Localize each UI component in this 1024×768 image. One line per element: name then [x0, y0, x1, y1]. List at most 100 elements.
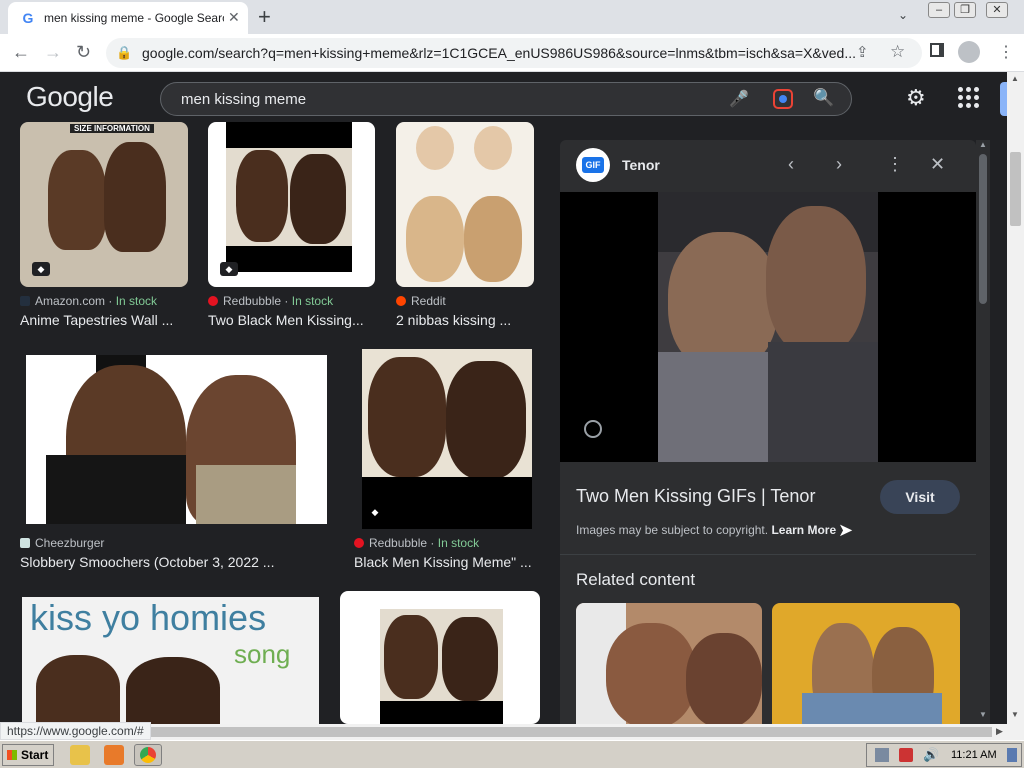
image-figure [406, 196, 464, 282]
panel-scrollbar-thumb[interactable] [979, 154, 987, 304]
result-image[interactable]: kiss yo homies song [22, 597, 319, 724]
apps-grid-icon[interactable] [958, 87, 980, 109]
result-title[interactable]: 2 nibbas kissing ... [396, 312, 511, 328]
show-desktop-icon[interactable] [1007, 748, 1017, 762]
image-figure [368, 357, 446, 477]
image-figure [196, 465, 296, 524]
learn-more-link[interactable]: Learn More [771, 523, 836, 537]
chrome-menu-icon[interactable]: ⋮ [998, 42, 1014, 62]
more-options-icon[interactable]: ⋮ [886, 154, 904, 175]
image-overlay-text: kiss yo homies [30, 597, 267, 638]
shopping-tag-icon: ◆ [220, 262, 238, 276]
search-icon[interactable]: 🔍 [813, 88, 834, 108]
address-bar[interactable]: 🔒 google.com/search?q=men+kissing+meme&r… [106, 38, 922, 68]
result-title[interactable]: Black Men Kissing Meme" ... [354, 554, 532, 570]
scroll-down-icon[interactable]: ▼ [1011, 710, 1019, 719]
image-bar [362, 477, 532, 529]
image-figure [48, 150, 106, 250]
result-source[interactable]: Redbubble · In stock [208, 294, 333, 308]
previous-image-icon[interactable]: ‹ [788, 154, 794, 175]
source-site-name[interactable]: Tenor [622, 157, 660, 173]
result-image[interactable] [396, 122, 534, 287]
horizontal-scrollbar-thumb[interactable] [16, 727, 992, 737]
result-image[interactable] [26, 355, 327, 524]
shopping-tag-icon: ◆ [32, 262, 50, 276]
result-source[interactable]: Redbubble · In stock [354, 536, 479, 550]
result-title[interactable]: Anime Tapestries Wall ... [20, 312, 173, 328]
google-header: Google men kissing meme 🎤 🔍 ⚙ [0, 72, 1024, 126]
page-scrollbar-thumb[interactable] [1010, 152, 1021, 226]
scroll-down-icon[interactable]: ▼ [979, 710, 987, 719]
lens-search-icon[interactable] [584, 420, 602, 438]
close-panel-icon[interactable]: ✕ [930, 154, 945, 175]
result-title[interactable]: Two Black Men Kissing... [208, 312, 364, 328]
image-overlay-text: SIZE INFORMATION [70, 124, 154, 133]
search-box[interactable]: men kissing meme 🎤 🔍 [160, 82, 852, 116]
result-source[interactable]: Reddit [396, 294, 446, 308]
scroll-up-icon[interactable]: ▲ [979, 140, 987, 149]
image-bar [226, 122, 352, 148]
mouse-cursor-icon: ➤ [838, 520, 854, 540]
url-text[interactable]: google.com/search?q=men+kissing+meme&rlz… [142, 45, 862, 61]
restore-icon[interactable]: ❐ [954, 2, 976, 18]
image-figure [464, 196, 522, 282]
preview-image[interactable] [658, 192, 878, 462]
next-image-icon[interactable]: › [836, 154, 842, 175]
settings-gear-icon[interactable]: ⚙ [906, 85, 926, 111]
tenor-gif-icon[interactable] [576, 148, 610, 182]
side-panel-icon[interactable] [930, 43, 944, 57]
shopping-tag-icon: ◆ [371, 507, 379, 517]
browser-tab[interactable]: G men kissing meme - Google Search ✕ [8, 2, 248, 34]
image-figure [36, 655, 120, 724]
back-icon[interactable]: ← [12, 42, 30, 62]
preview-title[interactable]: Two Men Kissing GIFs | Tenor [576, 486, 815, 507]
image-figure [768, 342, 878, 462]
share-icon[interactable]: ⇪ [856, 43, 869, 61]
image-figure [446, 361, 526, 479]
google-logo[interactable]: Google [26, 81, 114, 113]
amazon-favicon-icon [20, 296, 30, 306]
related-image[interactable] [772, 603, 960, 728]
result-title[interactable]: Slobbery Smoochers (October 3, 2022 ... [20, 554, 274, 570]
forward-icon[interactable]: → [44, 42, 62, 62]
scroll-right-icon[interactable]: ▶ [996, 726, 1003, 737]
result-source[interactable]: Cheezburger [20, 536, 104, 550]
result-source[interactable]: Amazon.com · In stock [20, 294, 157, 308]
google-lens-icon[interactable] [773, 89, 793, 109]
media-player-icon[interactable] [104, 745, 124, 765]
reload-icon[interactable]: ↻ [76, 42, 91, 62]
profile-avatar-icon[interactable] [958, 41, 980, 63]
minimize-icon[interactable]: – [928, 2, 950, 18]
horizontal-scrollbar[interactable]: ◀ ▶ [0, 724, 1024, 740]
microphone-icon[interactable]: 🎤 [729, 89, 749, 109]
security-alert-icon[interactable] [899, 748, 913, 762]
preview-image-frame [560, 192, 976, 462]
clock[interactable]: 11:21 AM [951, 749, 997, 761]
chrome-taskbar-button[interactable] [134, 744, 162, 766]
bookmark-star-icon[interactable]: ☆ [890, 42, 905, 62]
search-input[interactable]: men kissing meme [181, 91, 306, 108]
network-icon[interactable] [875, 748, 889, 762]
new-tab-icon[interactable]: + [258, 4, 271, 30]
scroll-up-icon[interactable]: ▲ [1011, 74, 1019, 83]
related-image[interactable] [576, 603, 762, 728]
volume-icon[interactable]: 🔊 [923, 747, 939, 763]
start-button[interactable]: Start [2, 744, 54, 766]
result-image[interactable]: ◆ [362, 349, 532, 529]
image-figure [416, 126, 454, 170]
image-panel [226, 122, 352, 272]
divider [560, 554, 976, 555]
result-image[interactable] [340, 591, 540, 724]
lock-icon[interactable]: 🔒 [116, 45, 132, 61]
result-image[interactable]: ◆ [208, 122, 375, 287]
close-window-icon[interactable]: ✕ [986, 2, 1008, 18]
close-tab-icon[interactable]: ✕ [228, 9, 240, 26]
image-figure [384, 615, 438, 699]
panel-scrollbar[interactable]: ▲ ▼ [976, 140, 990, 724]
explorer-icon[interactable] [70, 745, 90, 765]
visit-button[interactable]: Visit [880, 480, 960, 514]
result-image[interactable]: SIZE INFORMATION ◆ [20, 122, 188, 287]
system-tray: 🔊 11:21 AM [866, 743, 1022, 767]
tab-search-chevron-icon[interactable]: ⌄ [898, 8, 908, 22]
page-scrollbar[interactable]: ▲ ▼ [1007, 72, 1024, 724]
